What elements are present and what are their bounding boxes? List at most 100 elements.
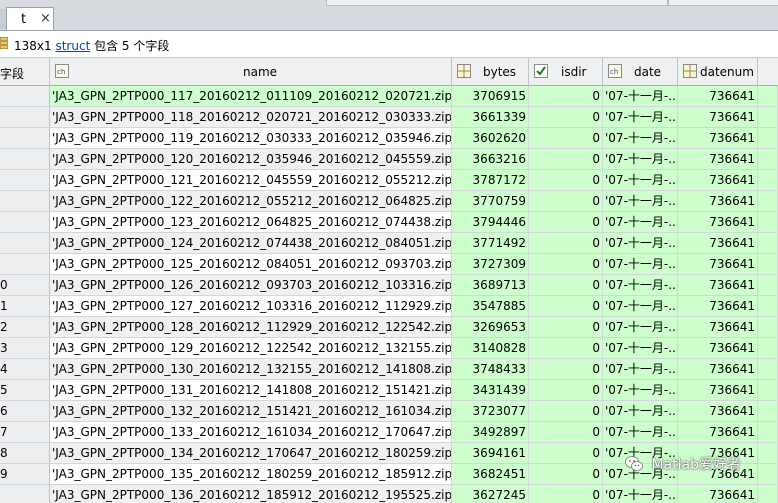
cell-date[interactable]: '07-十一月-... <box>603 170 678 191</box>
cell-datenum[interactable]: 736641 <box>678 233 758 254</box>
cell-empty[interactable] <box>758 275 778 296</box>
cell-name[interactable]: 'JA3_GPN_2PTP000_127_20160212_103316_201… <box>50 296 452 317</box>
table-row[interactable]: 'JA3_GPN_2PTP000_123_20160212_064825_201… <box>0 212 778 233</box>
cell-datenum[interactable]: 736641 <box>678 275 758 296</box>
table-row[interactable]: 'JA3_GPN_2PTP000_120_20160212_035946_201… <box>0 149 778 170</box>
cell-name[interactable]: 'JA3_GPN_2PTP000_136_20160212_185912_201… <box>50 485 452 503</box>
cell-empty[interactable] <box>758 338 778 359</box>
cell-bytes[interactable]: 3547885 <box>452 296 529 317</box>
cell-isdir[interactable]: 0 <box>529 254 603 275</box>
cell-empty[interactable] <box>758 485 778 503</box>
cell-datenum[interactable]: 736641 <box>678 359 758 380</box>
cell-datenum[interactable]: 736641 <box>678 170 758 191</box>
cell-datenum[interactable]: 736641 <box>678 254 758 275</box>
cell-datenum[interactable]: 736641 <box>678 149 758 170</box>
cell-name[interactable]: 'JA3_GPN_2PTP000_135_20160212_180259_201… <box>50 464 452 485</box>
cell-empty[interactable] <box>758 233 778 254</box>
cell-name[interactable]: 'JA3_GPN_2PTP000_131_20160212_141808_201… <box>50 380 452 401</box>
table-row[interactable]: 'JA3_GPN_2PTP000_118_20160212_020721_201… <box>0 107 778 128</box>
cell-empty[interactable] <box>758 170 778 191</box>
cell-datenum[interactable]: 736641 <box>678 86 758 107</box>
cell-date[interactable]: '07-十一月-... <box>603 107 678 128</box>
cell-datenum[interactable]: 736641 <box>678 401 758 422</box>
cell-name[interactable]: 'JA3_GPN_2PTP000_128_20160212_112929_201… <box>50 317 452 338</box>
cell-bytes[interactable]: 3770759 <box>452 191 529 212</box>
cell-datenum[interactable]: 736641 <box>678 422 758 443</box>
cell-isdir[interactable]: 0 <box>529 317 603 338</box>
cell-name[interactable]: 'JA3_GPN_2PTP000_126_20160212_093703_201… <box>50 275 452 296</box>
cell-date[interactable]: '07-十一月-... <box>603 359 678 380</box>
cell-empty[interactable] <box>758 443 778 464</box>
cell-bytes[interactable]: 3602620 <box>452 128 529 149</box>
cell-bytes[interactable]: 3682451 <box>452 464 529 485</box>
cell-isdir[interactable]: 0 <box>529 422 603 443</box>
cell-name[interactable]: 'JA3_GPN_2PTP000_118_20160212_020721_201… <box>50 107 452 128</box>
cell-bytes[interactable]: 3771492 <box>452 233 529 254</box>
cell-date[interactable]: '07-十一月-... <box>603 422 678 443</box>
cell-empty[interactable] <box>758 212 778 233</box>
cell-datenum[interactable]: 736641 <box>678 485 758 503</box>
table-row[interactable]: 'JA3_GPN_2PTP000_117_20160212_011109_201… <box>0 86 778 107</box>
cell-name[interactable]: 'JA3_GPN_2PTP000_120_20160212_035946_201… <box>50 149 452 170</box>
cell-isdir[interactable]: 0 <box>529 128 603 149</box>
cell-date[interactable]: '07-十一月-... <box>603 191 678 212</box>
cell-name[interactable]: 'JA3_GPN_2PTP000_121_20160212_045559_201… <box>50 170 452 191</box>
cell-name[interactable]: 'JA3_GPN_2PTP000_133_20160212_161034_201… <box>50 422 452 443</box>
cell-empty[interactable] <box>758 380 778 401</box>
cell-empty[interactable] <box>758 296 778 317</box>
table-row[interactable]: 3 'JA3_GPN_2PTP000_129_20160212_122542_20… <box>0 338 778 359</box>
cell-bytes[interactable]: 3748433 <box>452 359 529 380</box>
cell-date[interactable]: '07-十一月-... <box>603 86 678 107</box>
cell-empty[interactable] <box>758 317 778 338</box>
cell-isdir[interactable]: 0 <box>529 212 603 233</box>
column-header-bytes[interactable]: bytes <box>452 58 529 86</box>
cell-empty[interactable] <box>758 107 778 128</box>
cell-date[interactable]: '07-十一月-... <box>603 380 678 401</box>
cell-name[interactable]: 'JA3_GPN_2PTP000_134_20160212_170647_201… <box>50 443 452 464</box>
cell-isdir[interactable]: 0 <box>529 359 603 380</box>
column-header-datenum[interactable]: datenum <box>678 58 758 86</box>
cell-name[interactable]: 'JA3_GPN_2PTP000_123_20160212_064825_201… <box>50 212 452 233</box>
cell-isdir[interactable]: 0 <box>529 485 603 503</box>
cell-bytes[interactable]: 3140828 <box>452 338 529 359</box>
cell-bytes[interactable]: 3661339 <box>452 107 529 128</box>
cell-date[interactable]: '07-十一月-... <box>603 233 678 254</box>
column-header-date[interactable]: ch date <box>603 58 678 86</box>
tab-variable-t[interactable]: t × <box>6 7 54 30</box>
cell-datenum[interactable]: 736641 <box>678 338 758 359</box>
cell-empty[interactable] <box>758 464 778 485</box>
cell-isdir[interactable]: 0 <box>529 86 603 107</box>
cell-date[interactable]: '07-十一月-... <box>603 485 678 503</box>
cell-bytes[interactable]: 3694161 <box>452 443 529 464</box>
cell-empty[interactable] <box>758 149 778 170</box>
cell-date[interactable]: '07-十一月-... <box>603 149 678 170</box>
close-icon[interactable]: × <box>40 11 51 26</box>
table-row[interactable]: 'JA3_GPN_2PTP000_124_20160212_074438_201… <box>0 233 778 254</box>
cell-name[interactable]: 'JA3_GPN_2PTP000_129_20160212_122542_201… <box>50 338 452 359</box>
cell-datenum[interactable]: 736641 <box>678 296 758 317</box>
cell-bytes[interactable]: 3727309 <box>452 254 529 275</box>
cell-datenum[interactable]: 736641 <box>678 212 758 233</box>
cell-date[interactable]: '07-十一月-... <box>603 401 678 422</box>
column-header-name[interactable]: ch name <box>50 58 452 86</box>
table-row[interactable]: 5 'JA3_GPN_2PTP000_131_20160212_141808_20… <box>0 380 778 401</box>
cell-name[interactable]: 'JA3_GPN_2PTP000_117_20160212_011109_201… <box>50 86 452 107</box>
column-header-index[interactable]: 字段 <box>0 58 50 86</box>
table-row[interactable]: 2 'JA3_GPN_2PTP000_128_20160212_112929_20… <box>0 317 778 338</box>
cell-empty[interactable] <box>758 401 778 422</box>
cell-bytes[interactable]: 3431439 <box>452 380 529 401</box>
column-header-isdir[interactable]: isdir <box>529 58 603 86</box>
cell-name[interactable]: 'JA3_GPN_2PTP000_119_20160212_030333_201… <box>50 128 452 149</box>
cell-empty[interactable] <box>758 359 778 380</box>
table-row[interactable]: 'JA3_GPN_2PTP000_136_20160212_185912_201… <box>0 485 778 503</box>
cell-datenum[interactable]: 736641 <box>678 128 758 149</box>
cell-empty[interactable] <box>758 254 778 275</box>
cell-datenum[interactable]: 736641 <box>678 191 758 212</box>
cell-empty[interactable] <box>758 128 778 149</box>
cell-empty[interactable] <box>758 422 778 443</box>
cell-isdir[interactable]: 0 <box>529 275 603 296</box>
cell-isdir[interactable]: 0 <box>529 401 603 422</box>
cell-datenum[interactable]: 736641 <box>678 107 758 128</box>
cell-isdir[interactable]: 0 <box>529 338 603 359</box>
cell-bytes[interactable]: 3689713 <box>452 275 529 296</box>
